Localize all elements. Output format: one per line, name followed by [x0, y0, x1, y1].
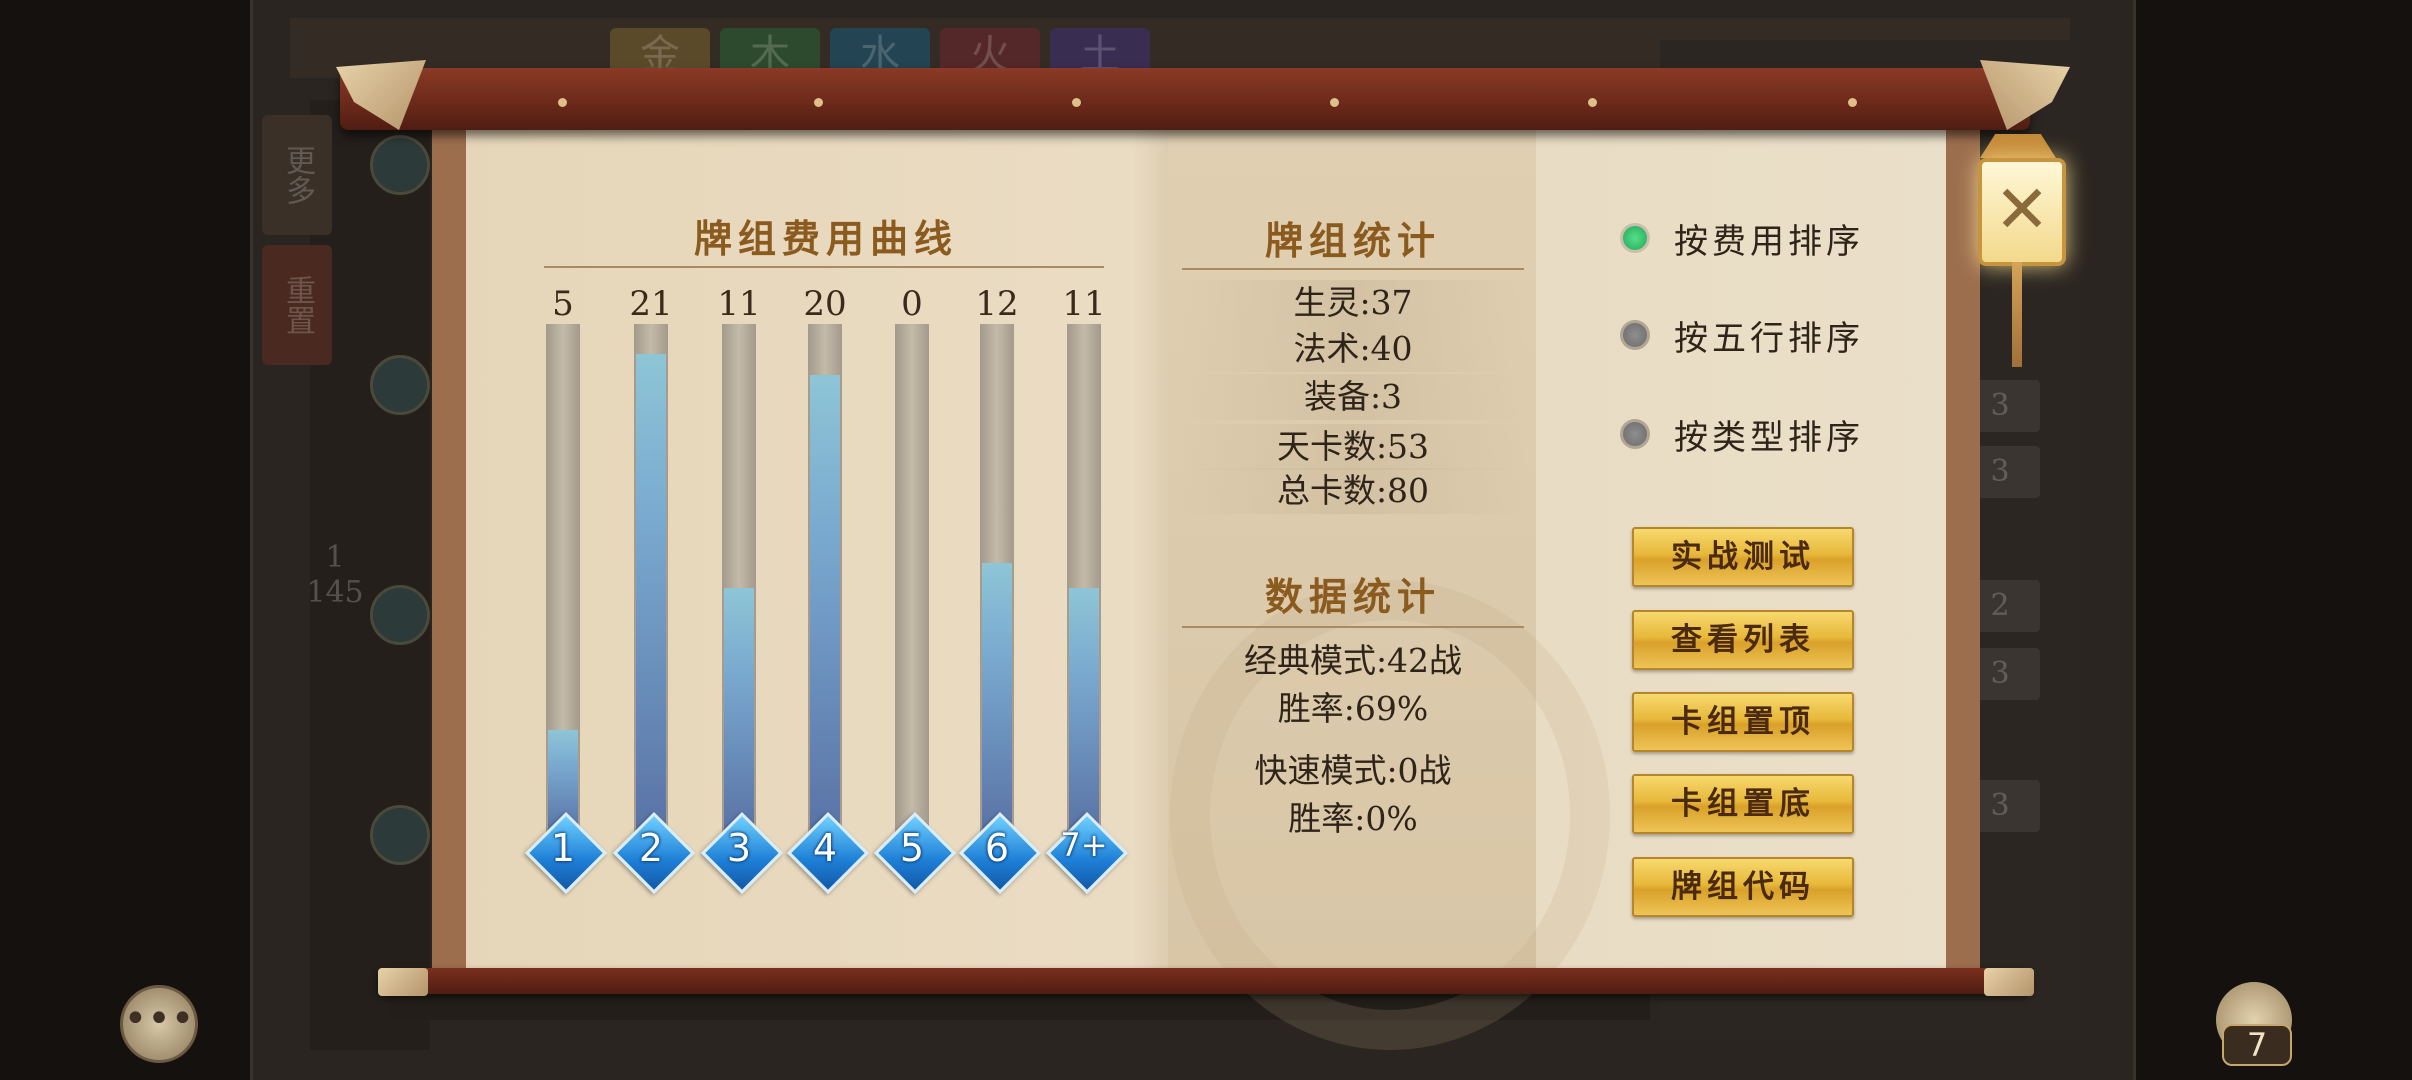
- stat-total-cards: 总卡数:80: [1180, 468, 1526, 514]
- cost-bar-count: 12: [975, 284, 1019, 324]
- stat-heaven-cards: 天卡数:53: [1180, 424, 1526, 470]
- stat-quick-mode: 快速模式:0战: [1254, 751, 1452, 790]
- sort-by-type-label: 按类型排序: [1674, 417, 1864, 458]
- chat-bubble-icon: •••: [123, 996, 195, 1042]
- bg-page-current: 1: [325, 540, 345, 575]
- cost-bar-track: [808, 324, 842, 832]
- bg-cost-badge: [370, 355, 430, 415]
- stat-quick-winrate: 胜率:0%: [1288, 799, 1418, 838]
- cost-gem-label: 5: [899, 826, 925, 870]
- cost-bar-track: [895, 324, 929, 832]
- pin-deck-bottom-button[interactable]: 卡组置底: [1632, 774, 1854, 834]
- chat-button[interactable]: •••: [120, 985, 198, 1063]
- rod-cap-bottom-left: [378, 968, 428, 996]
- rod-nail: [558, 98, 567, 107]
- cost-bar-fill: [1069, 588, 1099, 832]
- data-stats-title: 数据统计: [1264, 574, 1441, 619]
- cost-bar-count: 21: [629, 284, 673, 324]
- cost-gem-label: 3: [726, 826, 752, 870]
- sort-by-element-label: 按五行排序: [1674, 318, 1864, 359]
- cost-bar-count: 20: [803, 284, 847, 324]
- radio-unselected-icon: [1620, 320, 1650, 350]
- sort-by-element-option[interactable]: 按五行排序: [1620, 310, 1864, 360]
- bg-side-tab-more: 更多: [262, 115, 332, 235]
- cost-bar-track: [546, 324, 580, 832]
- rod-nail: [1072, 98, 1081, 107]
- sort-by-cost-option[interactable]: 按费用排序: [1620, 213, 1864, 263]
- rod-nail: [1848, 98, 1857, 107]
- rod-nail: [1588, 98, 1597, 107]
- deck-stats-title-rule: [1182, 268, 1524, 270]
- cost-bar-track: [1067, 324, 1101, 832]
- cost-bar-track: [634, 324, 668, 832]
- stat-equipment: 装备:3: [1180, 374, 1526, 420]
- deck-code-button[interactable]: 牌组代码: [1632, 857, 1854, 917]
- cost-bar-fill: [810, 375, 840, 832]
- cost-gem-label: 1: [550, 826, 576, 870]
- stat-spell: 法术:40: [1180, 326, 1526, 372]
- cost-bar-count: 11: [1062, 284, 1106, 324]
- scroll-top-rod: [340, 68, 2030, 130]
- rod-nail: [814, 98, 823, 107]
- cost-bar-count: 5: [552, 284, 574, 324]
- bg-cost-badge: [370, 805, 430, 865]
- sort-by-cost-label: 按费用排序: [1674, 221, 1864, 262]
- cost-curve-title-rule: [544, 266, 1104, 268]
- lantern-tassel: [2012, 262, 2022, 367]
- radio-selected-icon: [1620, 223, 1650, 253]
- close-button[interactable]: ✕: [1978, 158, 2066, 266]
- stat-classic-mode: 经典模式:42战: [1243, 641, 1463, 680]
- radio-unselected-icon: [1620, 419, 1650, 449]
- pin-deck-top-button[interactable]: 卡组置顶: [1632, 692, 1854, 752]
- cost-bar-track: [980, 324, 1014, 832]
- cost-curve-title: 牌组费用曲线: [693, 216, 958, 261]
- cost-gem-label: 4: [812, 826, 838, 870]
- rod-nail: [1330, 98, 1339, 107]
- cost-bar-count: 11: [717, 284, 761, 324]
- scroll-bottom-rod: [378, 968, 2030, 994]
- deck-stats-title: 牌组统计: [1264, 218, 1441, 263]
- bg-side-tab-reset: 重置: [262, 245, 332, 365]
- cost-gem-label: 7+: [1060, 826, 1108, 864]
- bg-page-indicator: 1 145: [300, 540, 370, 610]
- battle-test-button[interactable]: 实战测试: [1632, 527, 1854, 587]
- cost-bar-fill: [636, 354, 666, 832]
- cost-bar-count: 0: [901, 284, 923, 324]
- cost-bar-fill: [982, 563, 1012, 832]
- sort-by-type-option[interactable]: 按类型排序: [1620, 409, 1864, 459]
- data-stats-title-rule: [1182, 626, 1524, 628]
- rod-cap-bottom-right: [1984, 968, 2034, 996]
- cost-gem-label: 6: [984, 826, 1010, 870]
- bg-cost-badge: [370, 135, 430, 195]
- cost-gem-label: 2: [638, 826, 664, 870]
- close-icon: ✕: [1994, 171, 2050, 248]
- bg-cost-badge: [370, 585, 430, 645]
- cost-bar-fill: [724, 588, 754, 832]
- cost-bar-track: [722, 324, 756, 832]
- stat-creature: 生灵:37: [1180, 280, 1526, 326]
- bg-page-total: 145: [306, 575, 364, 610]
- stat-classic-winrate: 胜率:69%: [1277, 689, 1429, 728]
- view-list-button[interactable]: 查看列表: [1632, 610, 1854, 670]
- card-pack-count-badge: 7: [2222, 1024, 2292, 1066]
